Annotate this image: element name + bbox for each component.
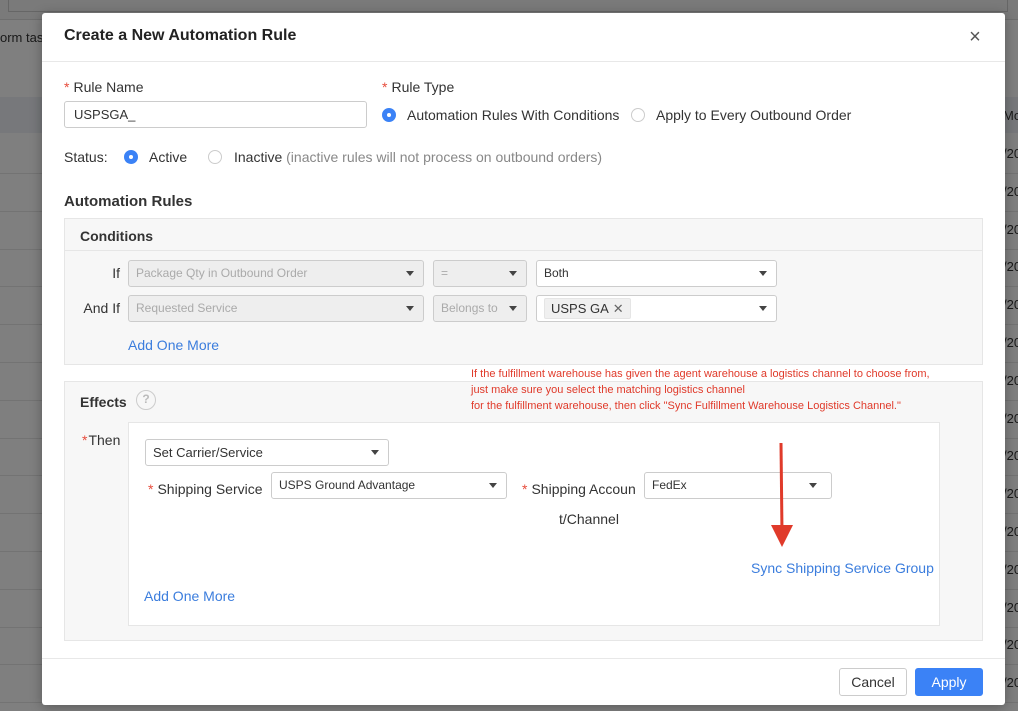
- effects-add-one-more[interactable]: Add One More: [144, 588, 235, 604]
- chevron-down-icon: [406, 271, 414, 276]
- status-active-radio[interactable]: [124, 150, 138, 164]
- condition-1-operator-select[interactable]: =: [433, 260, 527, 287]
- condition-2-field-select[interactable]: Requested Service: [128, 295, 424, 322]
- selected-tag: USPS GA ✕: [544, 298, 631, 319]
- chevron-down-icon: [371, 450, 379, 455]
- chevron-down-icon: [759, 271, 767, 276]
- inactive-hint: (inactive rules will not process on outb…: [286, 149, 603, 165]
- conditions-header: Conditions: [65, 219, 982, 251]
- rule-name-input[interactable]: USPSGA_: [64, 101, 367, 128]
- chevron-down-icon: [759, 306, 767, 311]
- rule-type-conditions-radio[interactable]: [382, 108, 396, 122]
- chevron-down-icon: [406, 306, 414, 311]
- rule-type-conditions-label[interactable]: Automation Rules With Conditions: [407, 107, 619, 123]
- rule-type-every-order-radio[interactable]: [631, 108, 645, 122]
- rule-name-label: * Rule Name: [64, 79, 144, 95]
- annotation-arrow-icon: [771, 442, 793, 547]
- conditions-panel: Conditions If Package Qty in Outbound Or…: [64, 218, 983, 365]
- status-inactive-radio[interactable]: [208, 150, 222, 164]
- condition-2-operator-select[interactable]: Belongs to: [433, 295, 527, 322]
- automation-rules-title: Automation Rules: [64, 193, 193, 210]
- annotation-line-1: If the fulfillment warehouse has given t…: [471, 368, 930, 380]
- condition-if-label: If: [112, 265, 120, 281]
- status-active-label[interactable]: Active: [149, 149, 187, 165]
- rule-type-every-order-label[interactable]: Apply to Every Outbound Order: [656, 107, 851, 123]
- condition-and-if-label: And If: [83, 300, 120, 316]
- cancel-button[interactable]: Cancel: [839, 668, 907, 696]
- shipping-account-label: * Shipping Accoun: [522, 481, 636, 497]
- status-inactive-label[interactable]: Inactive (inactive rules will not proces…: [234, 149, 602, 165]
- tag-close-icon[interactable]: ✕: [613, 301, 624, 316]
- effects-panel: Effects ? *Then Set Carrier/Service * Shi…: [64, 381, 983, 641]
- conditions-add-one-more[interactable]: Add One More: [128, 337, 219, 353]
- sync-shipping-service-group-link[interactable]: Sync Shipping Service Group: [751, 560, 934, 576]
- condition-2-value-select[interactable]: USPS GA ✕: [536, 295, 777, 322]
- shipping-account-select[interactable]: FedEx: [644, 472, 832, 499]
- chevron-down-icon: [509, 306, 517, 311]
- dialog-title: Create a New Automation Rule: [64, 27, 297, 44]
- create-rule-dialog: Create a New Automation Rule × * Rule Nam…: [42, 13, 1005, 705]
- chevron-down-icon: [509, 271, 517, 276]
- condition-1-value-select[interactable]: Both: [536, 260, 777, 287]
- shipping-service-select[interactable]: USPS Ground Advantage: [271, 472, 507, 499]
- status-label: Status:: [64, 149, 108, 165]
- shipping-service-label: * Shipping Service: [148, 481, 263, 497]
- annotation-line-3: for the fulfillment warehouse, then clic…: [471, 400, 901, 412]
- question-circle-icon[interactable]: ?: [136, 390, 156, 410]
- effects-action-box: Set Carrier/Service * Shipping Service US…: [128, 422, 940, 626]
- chevron-down-icon: [809, 483, 817, 488]
- rule-type-label: * Rule Type: [382, 79, 455, 95]
- footer-divider: [42, 658, 1005, 659]
- effect-action-select[interactable]: Set Carrier/Service: [145, 439, 389, 466]
- header-divider: [42, 61, 1005, 62]
- condition-1-field-select[interactable]: Package Qty in Outbound Order: [128, 260, 424, 287]
- shipping-account-label-cont: t/Channel: [559, 511, 619, 527]
- apply-button[interactable]: Apply: [915, 668, 983, 696]
- annotation-line-2: just make sure you select the matching l…: [471, 384, 745, 396]
- effects-title: Effects: [80, 394, 127, 410]
- chevron-down-icon: [489, 483, 497, 488]
- close-icon[interactable]: ×: [967, 27, 983, 47]
- conditions-title: Conditions: [80, 228, 154, 244]
- then-label: *Then: [82, 432, 121, 448]
